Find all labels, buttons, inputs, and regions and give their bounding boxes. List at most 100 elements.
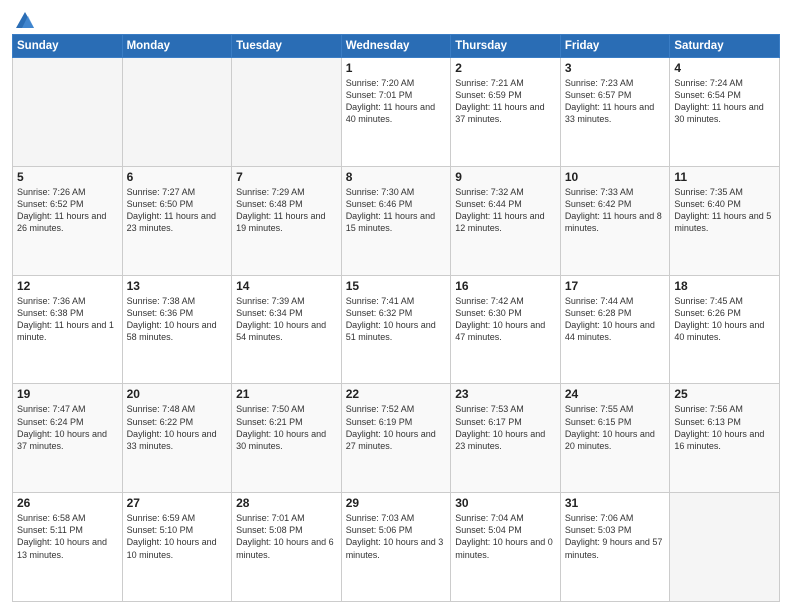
day-info: Sunrise: 7:41 AM Sunset: 6:32 PM Dayligh… <box>346 295 447 344</box>
calendar-day-cell: 20 Sunrise: 7:48 AM Sunset: 6:22 PM Dayli… <box>122 384 232 493</box>
day-info: Sunrise: 7:52 AM Sunset: 6:19 PM Dayligh… <box>346 403 447 452</box>
day-number: 3 <box>565 61 666 75</box>
calendar-day-cell: 28Sunrise: 7:01 AM Sunset: 5:08 PM Dayli… <box>232 493 342 602</box>
day-info: Sunrise: 6:58 AM Sunset: 5:11 PM Dayligh… <box>17 512 118 561</box>
calendar-day-cell: 2 Sunrise: 7:21 AM Sunset: 6:59 PM Daylig… <box>451 58 561 167</box>
day-info: Sunrise: 7:56 AM Sunset: 6:13 PM Dayligh… <box>674 403 775 452</box>
day-number: 13 <box>127 279 228 293</box>
calendar-day-cell: 22Sunrise: 7:52 AM Sunset: 6:19 PM Dayli… <box>341 384 451 493</box>
day-info: Sunrise: 7:38 AM Sunset: 6:36 PM Dayligh… <box>127 295 228 344</box>
calendar-day-cell: 29 Sunrise: 7:03 AM Sunset: 5:06 PM Dayli… <box>341 493 451 602</box>
day-number: 29 <box>346 496 447 510</box>
day-info: Sunrise: 7:21 AM Sunset: 6:59 PM Dayligh… <box>455 77 556 126</box>
day-number: 14 <box>236 279 337 293</box>
day-number: 26 <box>17 496 118 510</box>
day-info: Sunrise: 7:39 AM Sunset: 6:34 PM Dayligh… <box>236 295 337 344</box>
day-info: Sunrise: 7:48 AM Sunset: 6:22 PM Dayligh… <box>127 403 228 452</box>
day-number: 12 <box>17 279 118 293</box>
calendar-day-cell: 7Sunrise: 7:29 AM Sunset: 6:48 PM Daylig… <box>232 166 342 275</box>
day-info: Sunrise: 7:50 AM Sunset: 6:21 PM Dayligh… <box>236 403 337 452</box>
calendar-day-cell: 11 Sunrise: 7:35 AM Sunset: 6:40 PM Dayli… <box>670 166 780 275</box>
day-info: Sunrise: 7:23 AM Sunset: 6:57 PM Dayligh… <box>565 77 666 126</box>
calendar-day-cell: 13 Sunrise: 7:38 AM Sunset: 6:36 PM Dayli… <box>122 275 232 384</box>
day-info: Sunrise: 7:42 AM Sunset: 6:30 PM Dayligh… <box>455 295 556 344</box>
calendar-day-cell: 10Sunrise: 7:33 AM Sunset: 6:42 PM Dayli… <box>560 166 670 275</box>
day-info: Sunrise: 7:20 AM Sunset: 7:01 PM Dayligh… <box>346 77 447 126</box>
day-number: 16 <box>455 279 556 293</box>
calendar-week-row: 1 Sunrise: 7:20 AM Sunset: 7:01 PM Daylig… <box>13 58 780 167</box>
calendar-day-cell: 9 Sunrise: 7:32 AM Sunset: 6:44 PM Daylig… <box>451 166 561 275</box>
calendar-day-cell: 31 Sunrise: 7:06 AM Sunset: 5:03 PM Dayli… <box>560 493 670 602</box>
calendar-day-cell: 6 Sunrise: 7:27 AM Sunset: 6:50 PM Daylig… <box>122 166 232 275</box>
calendar-day-cell: 5 Sunrise: 7:26 AM Sunset: 6:52 PM Daylig… <box>13 166 123 275</box>
day-number: 4 <box>674 61 775 75</box>
day-number: 27 <box>127 496 228 510</box>
calendar-day-cell: 15 Sunrise: 7:41 AM Sunset: 6:32 PM Dayli… <box>341 275 451 384</box>
calendar-day-cell: 3 Sunrise: 7:23 AM Sunset: 6:57 PM Daylig… <box>560 58 670 167</box>
day-number: 31 <box>565 496 666 510</box>
calendar-day-cell: 8 Sunrise: 7:30 AM Sunset: 6:46 PM Daylig… <box>341 166 451 275</box>
day-info: Sunrise: 7:30 AM Sunset: 6:46 PM Dayligh… <box>346 186 447 235</box>
day-info: Sunrise: 7:24 AM Sunset: 6:54 PM Dayligh… <box>674 77 775 126</box>
calendar-day-cell <box>122 58 232 167</box>
day-info: Sunrise: 7:33 AM Sunset: 6:42 PM Dayligh… <box>565 186 666 235</box>
calendar-day-cell: 1 Sunrise: 7:20 AM Sunset: 7:01 PM Daylig… <box>341 58 451 167</box>
calendar-header-thursday: Thursday <box>451 35 561 58</box>
day-number: 30 <box>455 496 556 510</box>
day-info: Sunrise: 7:45 AM Sunset: 6:26 PM Dayligh… <box>674 295 775 344</box>
calendar-day-cell: 19Sunrise: 7:47 AM Sunset: 6:24 PM Dayli… <box>13 384 123 493</box>
day-number: 1 <box>346 61 447 75</box>
logo-icon <box>14 10 36 32</box>
calendar-header-monday: Monday <box>122 35 232 58</box>
calendar-week-row: 12 Sunrise: 7:36 AM Sunset: 6:38 PM Dayli… <box>13 275 780 384</box>
day-info: Sunrise: 7:01 AM Sunset: 5:08 PM Dayligh… <box>236 512 337 561</box>
calendar-day-cell: 12 Sunrise: 7:36 AM Sunset: 6:38 PM Dayli… <box>13 275 123 384</box>
calendar-header-wednesday: Wednesday <box>341 35 451 58</box>
calendar-day-cell: 21 Sunrise: 7:50 AM Sunset: 6:21 PM Dayli… <box>232 384 342 493</box>
calendar-table: SundayMondayTuesdayWednesdayThursdayFrid… <box>12 34 780 602</box>
calendar-week-row: 19Sunrise: 7:47 AM Sunset: 6:24 PM Dayli… <box>13 384 780 493</box>
day-number: 2 <box>455 61 556 75</box>
day-number: 15 <box>346 279 447 293</box>
day-info: Sunrise: 7:26 AM Sunset: 6:52 PM Dayligh… <box>17 186 118 235</box>
day-number: 7 <box>236 170 337 184</box>
calendar-day-cell: 17 Sunrise: 7:44 AM Sunset: 6:28 PM Dayli… <box>560 275 670 384</box>
calendar-day-cell: 14 Sunrise: 7:39 AM Sunset: 6:34 PM Dayli… <box>232 275 342 384</box>
page: SundayMondayTuesdayWednesdayThursdayFrid… <box>0 0 792 612</box>
calendar-header-friday: Friday <box>560 35 670 58</box>
day-info: Sunrise: 7:44 AM Sunset: 6:28 PM Dayligh… <box>565 295 666 344</box>
day-number: 9 <box>455 170 556 184</box>
day-number: 23 <box>455 387 556 401</box>
calendar-day-cell: 25 Sunrise: 7:56 AM Sunset: 6:13 PM Dayli… <box>670 384 780 493</box>
day-info: Sunrise: 7:03 AM Sunset: 5:06 PM Dayligh… <box>346 512 447 561</box>
day-number: 25 <box>674 387 775 401</box>
calendar-day-cell: 27Sunrise: 6:59 AM Sunset: 5:10 PM Dayli… <box>122 493 232 602</box>
day-info: Sunrise: 7:47 AM Sunset: 6:24 PM Dayligh… <box>17 403 118 452</box>
day-number: 8 <box>346 170 447 184</box>
day-number: 18 <box>674 279 775 293</box>
day-info: Sunrise: 7:55 AM Sunset: 6:15 PM Dayligh… <box>565 403 666 452</box>
day-number: 5 <box>17 170 118 184</box>
day-info: Sunrise: 7:36 AM Sunset: 6:38 PM Dayligh… <box>17 295 118 344</box>
day-info: Sunrise: 7:32 AM Sunset: 6:44 PM Dayligh… <box>455 186 556 235</box>
day-info: Sunrise: 7:06 AM Sunset: 5:03 PM Dayligh… <box>565 512 666 561</box>
day-number: 11 <box>674 170 775 184</box>
calendar-day-cell: 24 Sunrise: 7:55 AM Sunset: 6:15 PM Dayli… <box>560 384 670 493</box>
logo <box>12 10 36 28</box>
day-number: 24 <box>565 387 666 401</box>
calendar-day-cell: 4 Sunrise: 7:24 AM Sunset: 6:54 PM Daylig… <box>670 58 780 167</box>
calendar-header-row: SundayMondayTuesdayWednesdayThursdayFrid… <box>13 35 780 58</box>
day-info: Sunrise: 7:53 AM Sunset: 6:17 PM Dayligh… <box>455 403 556 452</box>
calendar-day-cell <box>670 493 780 602</box>
calendar-week-row: 5 Sunrise: 7:26 AM Sunset: 6:52 PM Daylig… <box>13 166 780 275</box>
header <box>12 10 780 28</box>
day-number: 17 <box>565 279 666 293</box>
day-info: Sunrise: 7:27 AM Sunset: 6:50 PM Dayligh… <box>127 186 228 235</box>
day-number: 21 <box>236 387 337 401</box>
calendar-header-sunday: Sunday <box>13 35 123 58</box>
calendar-day-cell: 23 Sunrise: 7:53 AM Sunset: 6:17 PM Dayli… <box>451 384 561 493</box>
day-number: 6 <box>127 170 228 184</box>
day-info: Sunrise: 7:35 AM Sunset: 6:40 PM Dayligh… <box>674 186 775 235</box>
day-number: 20 <box>127 387 228 401</box>
calendar-header-tuesday: Tuesday <box>232 35 342 58</box>
